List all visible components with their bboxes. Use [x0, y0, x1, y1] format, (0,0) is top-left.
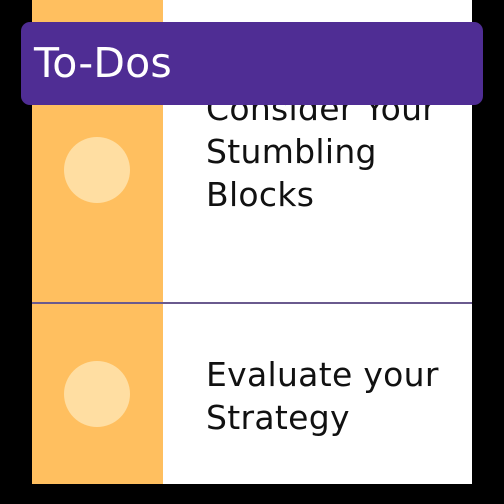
task-strip	[32, 304, 163, 484]
task-label: Consider Your Stumbling Blocks	[206, 89, 437, 214]
task-label: Evaluate your Strategy	[206, 355, 439, 437]
list-item[interactable]: Evaluate your Strategy	[32, 304, 472, 484]
complete-checkbox[interactable]	[64, 137, 130, 203]
app-bar: To-Dos	[21, 22, 483, 105]
complete-checkbox[interactable]	[64, 361, 130, 427]
watch-screen: Consider Your Stumbling Blocks Evaluate …	[0, 0, 504, 504]
app-title: To-Dos	[34, 38, 172, 87]
